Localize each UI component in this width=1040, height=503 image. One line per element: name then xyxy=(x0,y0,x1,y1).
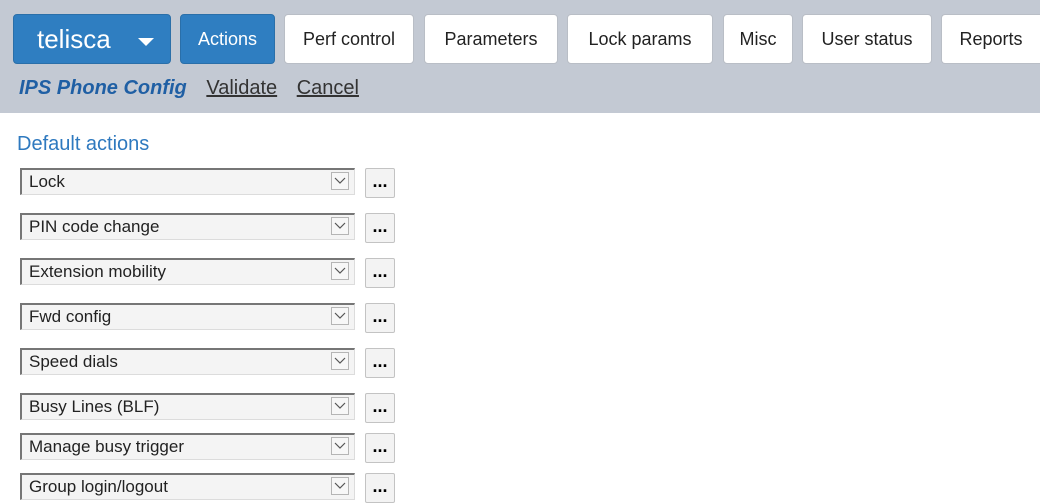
action-select[interactable]: Manage busy trigger xyxy=(20,433,355,460)
more-options-button[interactable]: ... xyxy=(365,473,395,503)
action-row: Speed dials ... xyxy=(20,346,400,378)
more-options-button[interactable]: ... xyxy=(365,433,395,463)
action-select-value: Group login/logout xyxy=(29,477,168,496)
tab-user-status[interactable]: User status xyxy=(802,14,932,64)
action-select[interactable]: Lock xyxy=(20,168,355,195)
action-row: PIN code change ... xyxy=(20,211,400,243)
caret-down-icon xyxy=(138,38,154,46)
more-options-button[interactable]: ... xyxy=(365,303,395,333)
action-select-value: Speed dials xyxy=(29,352,118,371)
tab-reports[interactable]: Reports xyxy=(941,14,1040,64)
tab-actions[interactable]: Actions xyxy=(180,14,275,64)
tab-label: User status xyxy=(821,29,913,49)
tab-label: Actions xyxy=(197,29,258,49)
tab-label: Misc xyxy=(739,29,777,49)
action-select[interactable]: Fwd config xyxy=(20,303,355,330)
chevron-down-icon xyxy=(331,172,349,190)
top-header: telisca Actions Perf control Parameters … xyxy=(0,0,1040,113)
tab-parameters[interactable]: Parameters xyxy=(424,14,558,64)
tab-perf-control[interactable]: Perf control xyxy=(284,14,414,64)
action-row: Busy Lines (BLF) ... xyxy=(20,391,400,423)
tab-lock-params[interactable]: Lock params xyxy=(567,14,713,64)
more-options-button[interactable]: ... xyxy=(365,213,395,243)
chevron-down-icon xyxy=(331,307,349,325)
tab-label: Lock params xyxy=(588,29,692,49)
more-options-button[interactable]: ... xyxy=(365,348,395,378)
chevron-down-icon xyxy=(331,477,349,495)
action-select-value: Manage busy trigger xyxy=(29,437,184,456)
cancel-link[interactable]: Cancel xyxy=(297,77,359,99)
tab-label: Parameters xyxy=(444,29,538,49)
more-options-button[interactable]: ... xyxy=(365,168,395,198)
action-select[interactable]: Speed dials xyxy=(20,348,355,375)
action-row: Group login/logout ... xyxy=(20,471,400,503)
action-row: Manage busy trigger ... xyxy=(20,431,400,463)
tab-misc[interactable]: Misc xyxy=(723,14,793,64)
action-select-value: Fwd config xyxy=(29,307,112,326)
action-select[interactable]: Group login/logout xyxy=(20,473,355,500)
section-title: Default actions xyxy=(17,133,150,155)
chevron-down-icon xyxy=(331,352,349,370)
brand-menu-button[interactable]: telisca xyxy=(13,14,171,64)
action-select[interactable]: Extension mobility xyxy=(20,258,355,285)
action-select[interactable]: PIN code change xyxy=(20,213,355,240)
chevron-down-icon xyxy=(331,262,349,280)
chevron-down-icon xyxy=(331,437,349,455)
action-row: Fwd config ... xyxy=(20,301,400,333)
action-row: Lock ... xyxy=(20,166,400,198)
action-select-value: Lock xyxy=(29,172,65,191)
action-select[interactable]: Busy Lines (BLF) xyxy=(20,393,355,420)
page-title: IPS Phone Config xyxy=(19,77,187,99)
action-select-value: Busy Lines (BLF) xyxy=(29,397,160,416)
more-options-button[interactable]: ... xyxy=(365,393,395,423)
tab-label: Perf control xyxy=(302,29,396,49)
chevron-down-icon xyxy=(331,397,349,415)
more-options-button[interactable]: ... xyxy=(365,258,395,288)
validate-link[interactable]: Validate xyxy=(206,77,277,99)
action-select-value: PIN code change xyxy=(29,217,160,236)
action-row: Extension mobility ... xyxy=(20,256,400,288)
action-select-value: Extension mobility xyxy=(29,262,167,281)
chevron-down-icon xyxy=(331,217,349,235)
brand-label: telisca xyxy=(37,24,111,54)
subnav: IPS Phone Config Validate Cancel xyxy=(19,76,359,100)
tab-label: Reports xyxy=(959,29,1023,49)
